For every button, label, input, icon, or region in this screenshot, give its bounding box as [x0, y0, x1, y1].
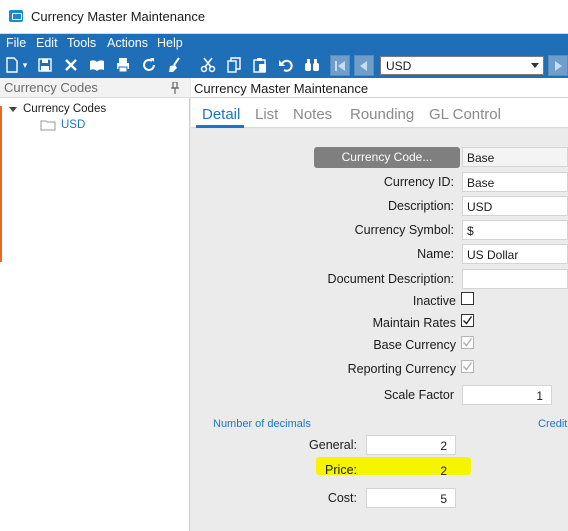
delete-icon[interactable] — [62, 57, 80, 74]
tab-gl-control[interactable]: GL Control — [429, 106, 501, 123]
cost-decimals-field[interactable]: 5 — [366, 488, 456, 508]
currency-code-field[interactable]: Base — [462, 147, 568, 167]
app-icon — [9, 10, 23, 22]
maintain-rates-checkbox[interactable] — [461, 314, 474, 327]
document-description-label: Document Description: — [327, 272, 454, 286]
menu-bar: File Edit Tools Actions Help — [0, 34, 568, 53]
general-label: General: — [309, 438, 357, 452]
menu-edit[interactable]: Edit — [36, 36, 58, 50]
panel-header: Currency Codes — [0, 78, 190, 98]
active-tab-indicator — [196, 125, 244, 128]
checkmark-icon — [463, 316, 473, 325]
menu-tools[interactable]: Tools — [67, 36, 96, 50]
window-title: Currency Master Maintenance — [31, 9, 206, 24]
document-description-field[interactable] — [462, 269, 568, 289]
menu-actions[interactable]: Actions — [107, 36, 148, 50]
previous-record-button[interactable] — [354, 55, 374, 76]
menu-file[interactable]: File — [6, 36, 26, 50]
maintain-rates-label: Maintain Rates — [372, 316, 456, 330]
menu-help[interactable]: Help — [157, 36, 183, 50]
name-field[interactable]: US Dollar — [462, 244, 568, 264]
binoculars-icon[interactable] — [303, 57, 321, 74]
scale-factor-label: Scale Factor — [383, 388, 454, 402]
inactive-label: Inactive — [412, 294, 456, 308]
price-decimals-field[interactable]: 2 — [366, 460, 456, 480]
inactive-checkbox[interactable] — [461, 292, 474, 305]
tab-bar: Detail List Notes Rounding GL Control — [191, 98, 568, 128]
currency-symbol-label: Currency Symbol: — [354, 223, 454, 237]
record-select[interactable]: USD — [380, 56, 544, 75]
cut-icon[interactable] — [199, 57, 217, 74]
currency-codes-panel: Currency Codes Currency Codes USD — [0, 78, 190, 531]
save-icon[interactable] — [36, 57, 54, 74]
checkmark-icon — [463, 338, 473, 347]
description-field[interactable]: USD — [462, 196, 568, 216]
name-label: Name: — [417, 247, 454, 261]
clear-icon[interactable] — [166, 57, 184, 74]
checkmark-icon — [463, 362, 473, 371]
number-of-decimals-label: Number of decimals — [213, 418, 311, 430]
panel-title: Currency Codes — [4, 80, 98, 95]
cost-label: Cost: — [327, 491, 357, 505]
print-icon[interactable] — [114, 57, 132, 74]
detail-form: Currency Code... Base Currency ID: Base … — [191, 129, 568, 531]
scale-factor-field[interactable]: 1 — [462, 385, 552, 405]
general-decimals-field[interactable]: 2 — [366, 435, 456, 455]
main-header: Currency Master Maintenance — [191, 78, 568, 98]
credit-label: Credit — [538, 418, 568, 430]
folder-icon — [40, 119, 56, 131]
base-currency-checkbox — [461, 336, 474, 349]
book-icon[interactable] — [88, 57, 106, 74]
new-dropdown-icon[interactable]: ▾ — [20, 57, 30, 74]
refresh-icon[interactable] — [140, 57, 158, 74]
copy-icon[interactable] — [225, 57, 243, 74]
currency-id-field[interactable]: Base — [462, 172, 568, 192]
base-currency-label: Base Currency — [373, 338, 456, 352]
currency-symbol-field[interactable]: $ — [462, 220, 568, 240]
description-label: Description: — [388, 199, 454, 213]
reporting-currency-label: Reporting Currency — [347, 362, 456, 376]
tree-item-usd[interactable]: USD — [61, 119, 85, 131]
pin-icon[interactable] — [170, 81, 180, 94]
reporting-currency-checkbox — [461, 360, 474, 373]
tree-root-currency-codes[interactable]: Currency Codes — [23, 103, 106, 115]
toolbar: ▾ USD — [0, 53, 568, 78]
chevron-down-icon — [531, 63, 539, 68]
tab-rounding[interactable]: Rounding — [350, 106, 414, 123]
new-icon[interactable] — [3, 57, 21, 74]
first-record-button[interactable] — [330, 55, 350, 76]
tree-expand-icon[interactable] — [9, 107, 17, 112]
main-header-title: Currency Master Maintenance — [194, 81, 369, 96]
main-panel: Currency Master Maintenance Detail List … — [191, 78, 568, 531]
tab-list[interactable]: List — [255, 106, 278, 123]
title-bar: Currency Master Maintenance — [0, 0, 568, 34]
paste-icon[interactable] — [251, 57, 269, 74]
undo-icon[interactable] — [277, 57, 295, 74]
price-label: Price: — [325, 463, 357, 477]
tab-notes[interactable]: Notes — [293, 106, 332, 123]
record-select-value: USD — [386, 59, 412, 73]
tab-detail[interactable]: Detail — [202, 106, 240, 123]
currency-code-button[interactable]: Currency Code... — [314, 147, 460, 168]
currency-id-label: Currency ID: — [383, 175, 454, 189]
next-record-button[interactable] — [548, 55, 568, 76]
window-edge-accent — [0, 106, 2, 262]
